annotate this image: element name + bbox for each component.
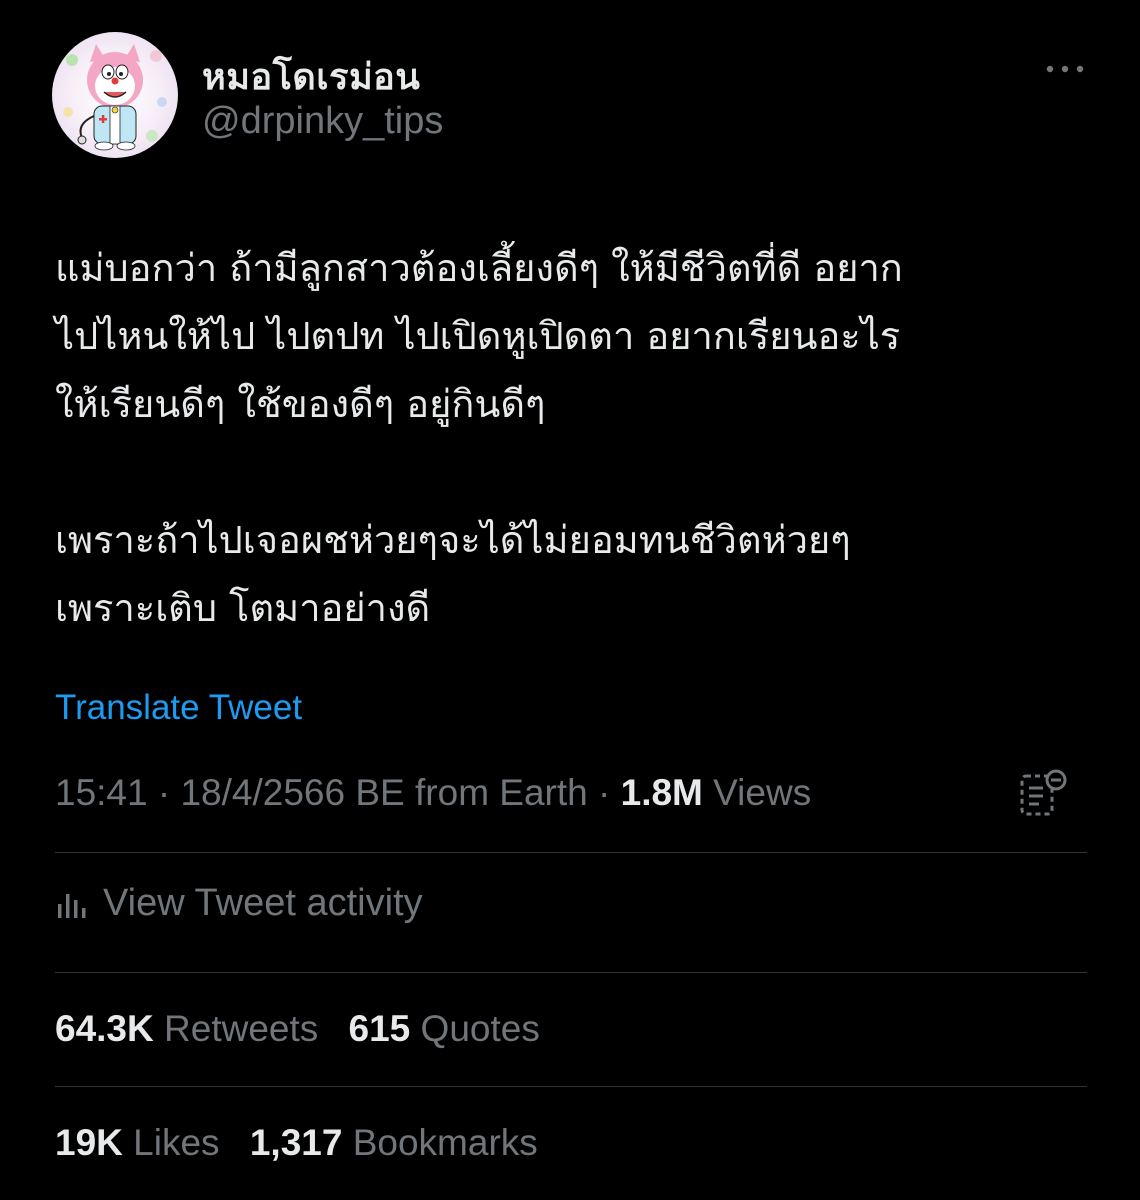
meta-separator: ·	[157, 772, 171, 813]
divider	[55, 972, 1087, 973]
divider	[55, 1086, 1087, 1087]
tweet-time[interactable]: 15:41	[55, 772, 148, 813]
view-tweet-activity-button[interactable]: View Tweet activity	[55, 882, 423, 925]
divider	[55, 852, 1087, 853]
quotes-stat[interactable]: 615 Quotes	[349, 1008, 540, 1049]
tweet-source: from Earth	[415, 772, 588, 813]
avatar[interactable]	[52, 32, 178, 158]
views-link[interactable]: 1.8M Views	[621, 772, 812, 813]
display-name[interactable]: หมอโดเรม่อน	[202, 48, 420, 105]
tweet-text-line: เพราะเติบ โตมาอย่างดี	[55, 586, 431, 630]
tweet-text-line: แม่บอกว่า ถ้ามีลูกสาวต้องเลี้ยงดีๆ ให้มี…	[55, 246, 903, 290]
views-count: 1.8M	[620, 772, 703, 813]
view-tweet-activity-label: View Tweet activity	[103, 882, 423, 924]
retweets-count: 64.3K	[55, 1008, 154, 1049]
tweet-date[interactable]: 18/4/2566 BE	[180, 772, 404, 813]
quotes-label: Quotes	[420, 1008, 540, 1049]
likes-count: 19K	[55, 1122, 123, 1163]
views-label: Views	[713, 772, 812, 813]
retweets-label: Retweets	[164, 1008, 319, 1049]
tweet-text-line: ไปไหนให้ไป ไปตปท ไปเปิดหูเปิดตา อยากเรีย…	[55, 314, 901, 358]
bookmarks-label: Bookmarks	[352, 1122, 538, 1163]
more-horizontal-icon	[1046, 65, 1084, 73]
bookmarks-count: 1,317	[249, 1122, 343, 1163]
avatar-image	[52, 32, 178, 158]
tweet-text: แม่บอกว่า ถ้ามีลูกสาวต้องเลี้ยงดีๆ ให้มี…	[55, 234, 1105, 642]
stats-row-likes-bookmarks: 19K Likes 1,317 Bookmarks	[55, 1122, 558, 1164]
tweet-text-line: เพราะถ้าไปเจอผชห่วยๆจะได้ไม่ยอมทนชีวิตห่…	[55, 518, 851, 562]
more-options-button[interactable]	[1040, 52, 1090, 86]
tweet-meta: 15:41 · 18/4/2566 BE from Earth · 1.8M V…	[55, 772, 811, 814]
community-note-icon[interactable]	[1016, 768, 1072, 820]
tweet-detail: หมอโดเรม่อน @drpinky_tips แม่บอกว่า ถ้าม…	[0, 0, 1140, 1200]
tweet-text-line: ให้เรียนดีๆ ใช้ของดีๆ อยู่กินดีๆ	[55, 382, 546, 426]
stats-row-retweets-quotes: 64.3K Retweets 615 Quotes	[55, 1008, 560, 1050]
bar-chart-icon	[58, 893, 86, 918]
likes-stat[interactable]: 19K Likes	[55, 1122, 220, 1163]
retweets-stat[interactable]: 64.3K Retweets	[55, 1008, 318, 1049]
quotes-count: 615	[348, 1008, 411, 1049]
translate-tweet-link[interactable]: Translate Tweet	[55, 688, 302, 728]
user-handle[interactable]: @drpinky_tips	[202, 100, 443, 143]
meta-separator: ·	[598, 772, 611, 813]
likes-label: Likes	[133, 1122, 220, 1163]
bookmarks-stat[interactable]: 1,317 Bookmarks	[250, 1122, 538, 1163]
